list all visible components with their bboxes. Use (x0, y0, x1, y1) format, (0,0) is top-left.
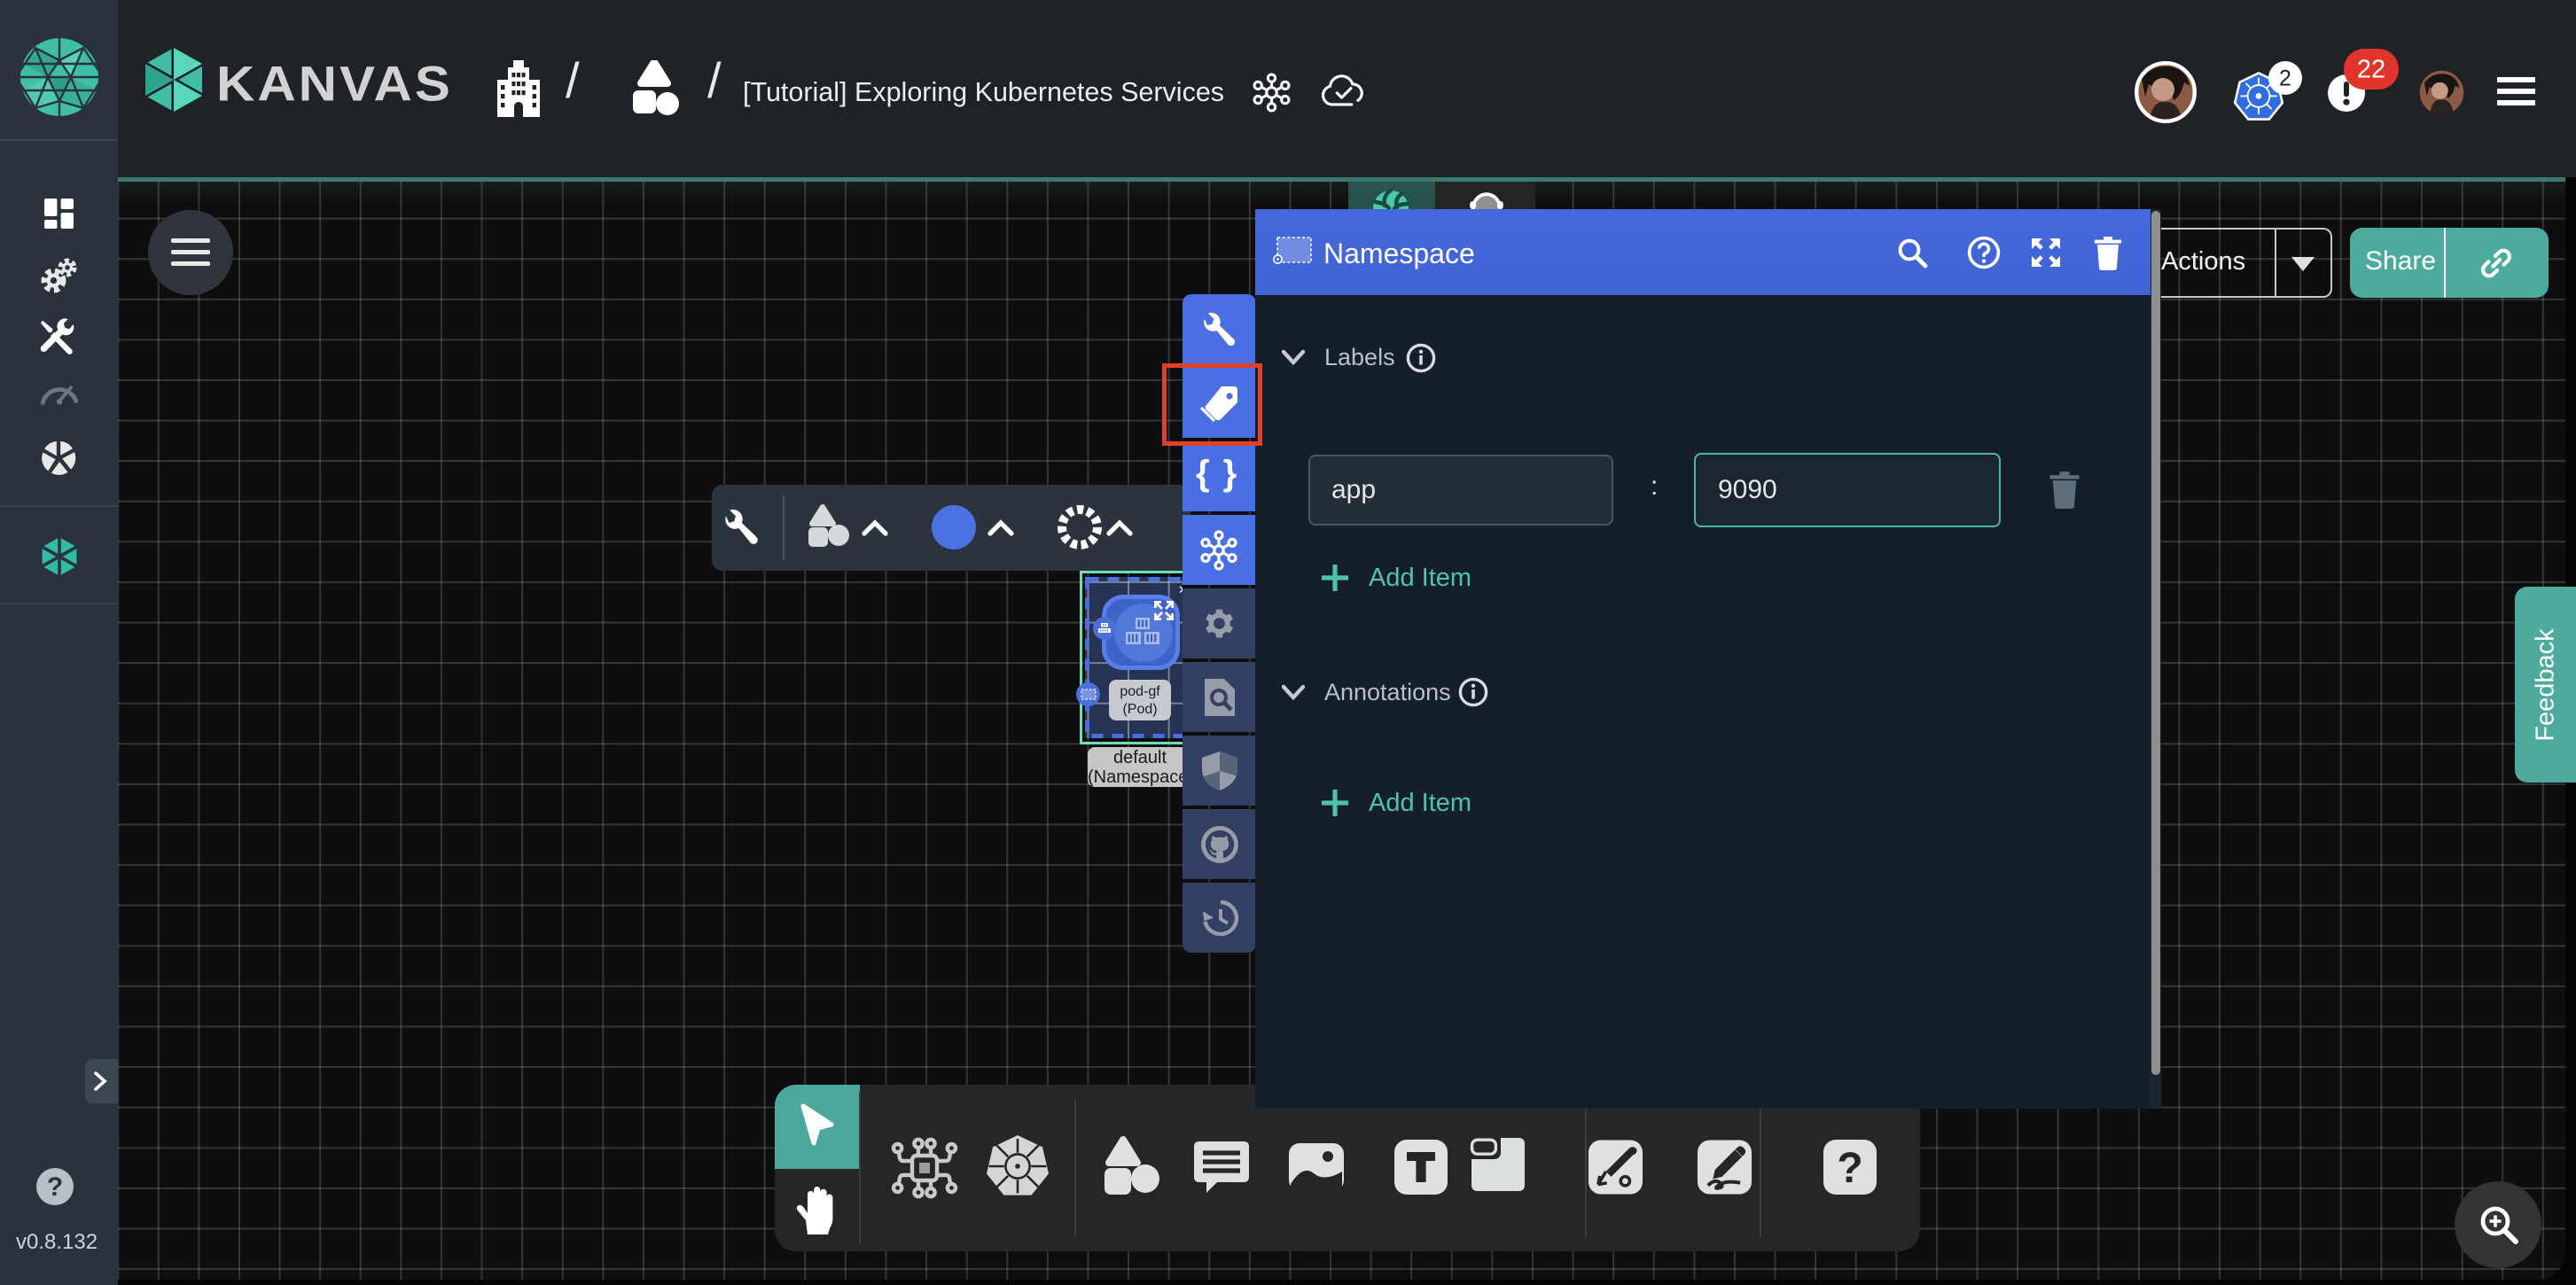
svg-text:22: 22 (2357, 56, 2385, 84)
svg-text:?: ? (1837, 1145, 1862, 1192)
svg-text:2: 2 (2279, 66, 2291, 90)
